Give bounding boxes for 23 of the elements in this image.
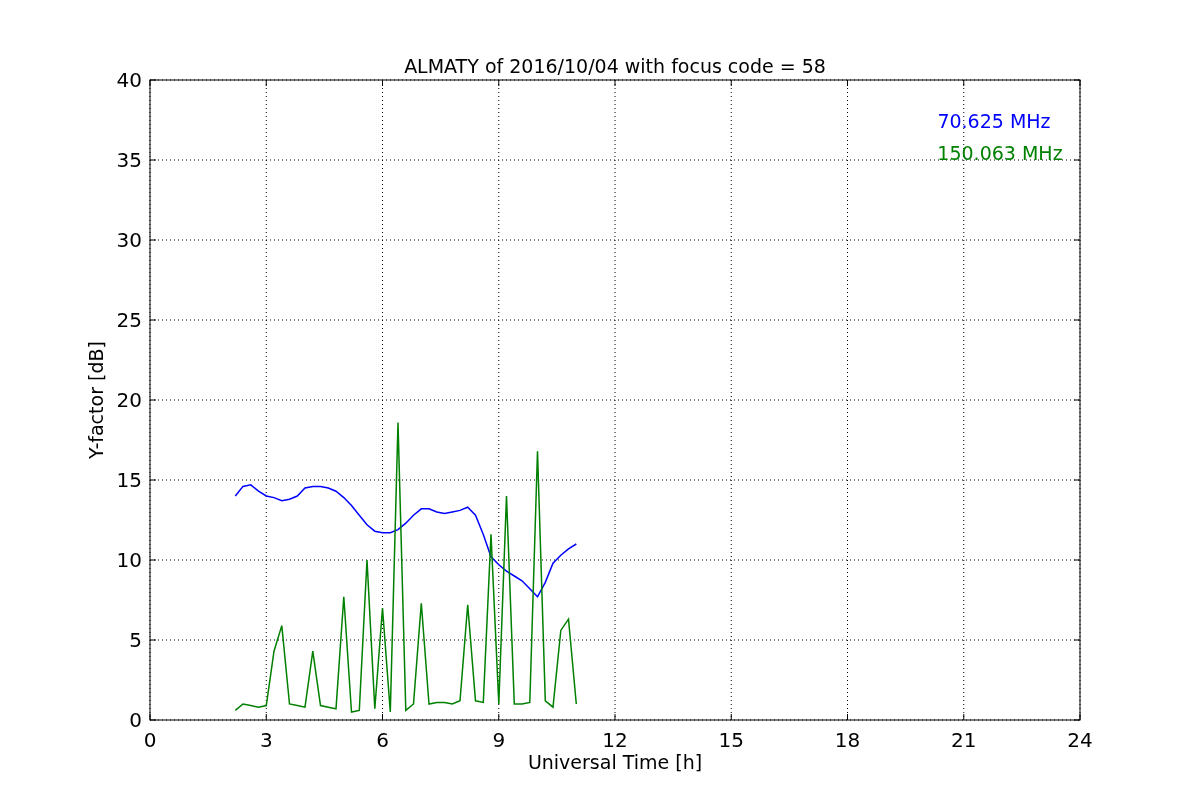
tick-label: 20 (116, 388, 142, 412)
tick-label: 10 (116, 548, 142, 572)
tick-label: 15 (116, 468, 142, 492)
axis-label: Universal Time [h] (527, 751, 703, 773)
tick-label: 6 (376, 728, 389, 752)
tick-label: 12 (602, 728, 628, 752)
tick-label: 30 (116, 228, 142, 252)
tick-label: 24 (1067, 728, 1093, 752)
tick-label: 25 (116, 308, 142, 332)
tick-label: 15 (718, 728, 744, 752)
tick-label: 5 (129, 628, 142, 652)
chart-title: ALMATY of 2016/10/04 with focus code = 58 (404, 55, 826, 77)
legend-label: 150.063 MHz (937, 142, 1063, 164)
tick-label: 3 (259, 728, 273, 752)
axis-label: Y-factor [dB] (85, 341, 107, 459)
tick-label: 9 (492, 728, 506, 752)
tick-label: 18 (834, 728, 861, 752)
tick-label: 0 (143, 728, 157, 752)
tick-label: 21 (951, 728, 977, 752)
legend-label: 70.625 MHz (937, 110, 1051, 132)
tick-label: 35 (116, 148, 142, 172)
tick-label: 40 (116, 68, 142, 92)
tick-label: 0 (129, 708, 142, 732)
